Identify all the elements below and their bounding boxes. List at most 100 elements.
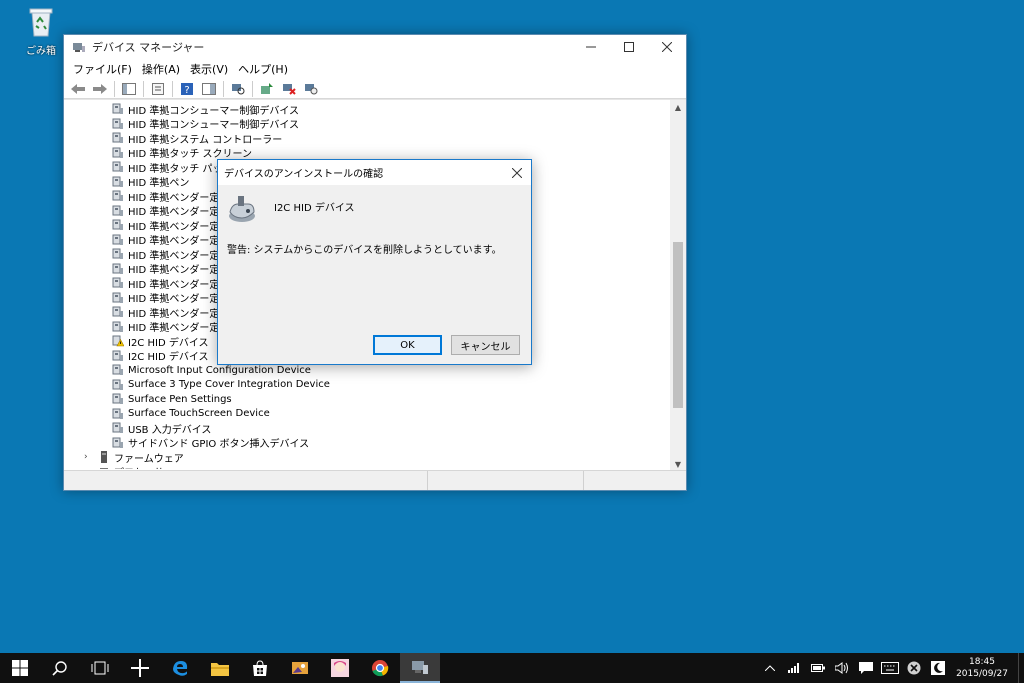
update-driver-button[interactable] [259, 81, 275, 97]
menu-action[interactable]: 操作(A) [137, 61, 185, 77]
maximize-icon [624, 42, 634, 52]
close-button[interactable] [648, 35, 686, 59]
signal-tray-button[interactable] [782, 653, 806, 683]
tree-device-item[interactable]: Surface TouchScreen Device [64, 407, 670, 422]
file-explorer-taskbar-button[interactable] [200, 653, 240, 683]
cancel-button[interactable]: キャンセル [451, 335, 520, 355]
tree-device-item[interactable]: USB 入力デバイス [64, 421, 670, 436]
hid-device-icon [112, 205, 124, 217]
tree-device-item[interactable]: サイドバンド GPIO ボタン挿入デバイス [64, 436, 670, 450]
photo-app-taskbar-button[interactable] [280, 653, 320, 683]
hid-device-icon [112, 379, 124, 391]
action-center-tray-button[interactable] [854, 653, 878, 683]
tree-item-label: HID 準拠ベンダー定義 [128, 308, 230, 320]
vertical-scrollbar[interactable]: ▲ ▼ [670, 100, 686, 470]
folder-icon [211, 662, 229, 676]
tree-item-label: Surface TouchScreen Device [128, 408, 270, 420]
hid-device-icon [112, 350, 124, 362]
tree-item-label: ファームウェア [114, 453, 184, 465]
hid-device-icon [112, 248, 124, 260]
forward-button[interactable] [92, 81, 108, 97]
hid-device-icon [112, 306, 124, 318]
tree-device-item[interactable]: HID 準拠コンシューマー制御デバイス [64, 117, 670, 131]
window-titlebar[interactable]: デバイス マネージャー [64, 35, 686, 59]
hid-device-icon [112, 292, 124, 304]
recycle-bin-desktop-icon[interactable]: ごみ箱 [18, 6, 64, 57]
maximize-button[interactable] [610, 35, 648, 59]
taskbar-clock[interactable]: 18:45 2015/09/27 [950, 656, 1014, 680]
menu-help[interactable]: ヘルプ(H) [233, 61, 293, 77]
tree-device-item[interactable]: HID 準拠タッチ スクリーン [64, 146, 670, 161]
disable-device-button[interactable] [303, 81, 319, 97]
minimize-button[interactable] [572, 35, 610, 59]
night-mode-tray-button[interactable] [926, 653, 950, 683]
device-manager-taskbar-button[interactable] [400, 653, 440, 683]
show-hide-console-tree-button[interactable] [121, 81, 137, 97]
hid-device-icon [112, 219, 124, 231]
close-circle-tray-button[interactable] [902, 653, 926, 683]
hid-device-icon [112, 364, 124, 376]
device-warning-icon [112, 335, 125, 347]
hid-device-icon [226, 194, 258, 224]
dialog-device-name: I2C HID デバイス [274, 203, 355, 214]
battery-icon [811, 664, 825, 672]
close-circle-icon [907, 661, 921, 675]
tree-category[interactable]: › ファームウェア [64, 450, 670, 465]
show-action-pane-button[interactable] [201, 81, 217, 97]
tree-item-label: HID 準拠ペン [128, 178, 190, 190]
chevron-right-icon[interactable]: › [84, 452, 96, 462]
hid-device-icon [112, 277, 124, 289]
uninstall-device-button[interactable] [281, 81, 297, 97]
tree-device-item[interactable]: HID 準拠コンシューマー制御デバイス [64, 102, 670, 117]
avatar-app-icon [331, 659, 349, 677]
tree-item-label: I2C HID デバイス [128, 337, 209, 349]
volume-tray-button[interactable] [830, 653, 854, 683]
action-pane-icon [202, 82, 216, 95]
tree-item-label: I2C HID デバイス [128, 352, 209, 364]
dialog-titlebar[interactable]: デバイスのアンインストールの確認 [218, 160, 531, 185]
tree-device-item[interactable]: Surface 3 Type Cover Integration Device [64, 378, 670, 393]
hid-device-icon [112, 147, 124, 159]
move-tool-taskbar-button[interactable] [120, 653, 160, 683]
store-taskbar-button[interactable] [240, 653, 280, 683]
avatar-app-taskbar-button[interactable] [320, 653, 360, 683]
show-desktop-button[interactable] [1018, 653, 1024, 683]
chrome-taskbar-button[interactable] [360, 653, 400, 683]
scroll-up-icon[interactable]: ▲ [670, 100, 686, 114]
photo-app-icon [292, 662, 308, 674]
task-view-button[interactable] [80, 653, 120, 683]
tree-device-item[interactable]: Surface Pen Settings [64, 392, 670, 407]
show-hidden-icons-button[interactable] [758, 653, 782, 683]
tree-item-label: HID 準拠コンシューマー制御デバイス [128, 105, 300, 117]
scroll-down-icon[interactable]: ▼ [670, 457, 686, 470]
properties-button[interactable] [150, 81, 166, 97]
ok-button[interactable]: OK [373, 335, 442, 355]
tree-device-item[interactable]: HID 準拠システム コントローラー [64, 131, 670, 146]
menu-view[interactable]: 表示(V) [185, 61, 233, 77]
status-pane [428, 471, 584, 490]
start-button[interactable] [0, 653, 40, 683]
tree-item-label: HID 準拠ベンダー定義 [128, 279, 230, 291]
search-button[interactable] [40, 653, 80, 683]
back-button[interactable] [70, 81, 86, 97]
help-button[interactable]: ? [179, 81, 195, 97]
tree-item-label: HID 準拠タッチ スクリーン [128, 149, 253, 161]
clock-time: 18:45 [969, 657, 995, 667]
tree-device-item[interactable]: Microsoft Input Configuration Device [64, 363, 670, 378]
hid-device-icon [112, 263, 124, 275]
touch-keyboard-tray-button[interactable] [878, 653, 902, 683]
chevron-right-icon[interactable]: › [84, 467, 96, 469]
dialog-close-button[interactable] [503, 161, 531, 185]
tree-item-label: プロセッサ [114, 464, 164, 469]
scrollbar-thumb[interactable] [673, 242, 683, 408]
uninstall-device-icon [283, 83, 296, 95]
menu-file[interactable]: ファイル(F) [68, 61, 137, 77]
edge-taskbar-button[interactable] [160, 653, 200, 683]
tree-category[interactable]: › プロセッサ [64, 464, 670, 469]
hid-device-icon [112, 234, 124, 246]
hid-device-icon [112, 118, 124, 130]
battery-tray-button[interactable] [806, 653, 830, 683]
scan-hardware-button[interactable] [230, 81, 246, 97]
taskbar: 18:45 2015/09/27 [0, 653, 1024, 683]
hid-device-icon [112, 103, 124, 115]
